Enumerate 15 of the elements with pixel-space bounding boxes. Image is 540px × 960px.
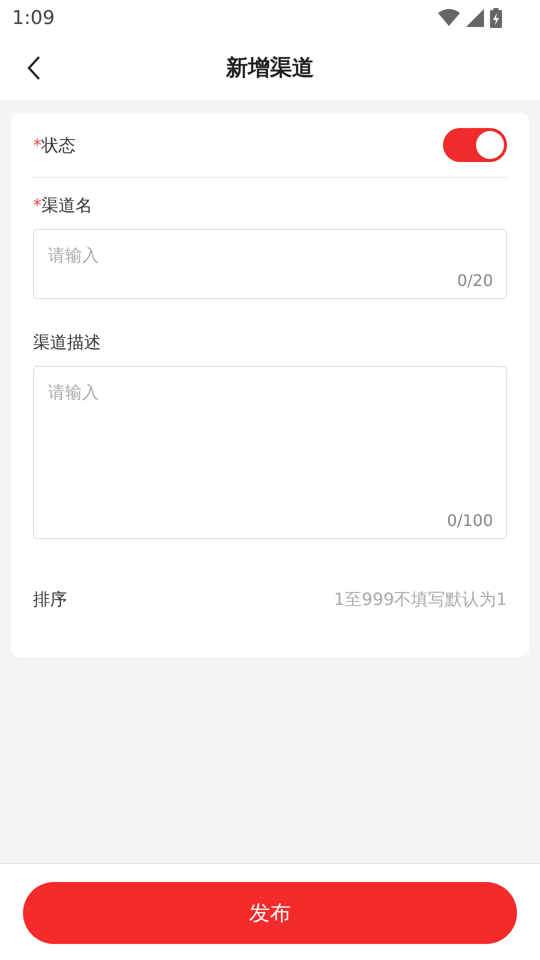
input-field[interactable]: 请输入 0/20 [33, 229, 507, 299]
publish-button[interactable]: 发布 [23, 882, 517, 944]
textarea-field[interactable]: 请输入 0/100 [33, 366, 507, 539]
page-title: 新增渠道 [226, 55, 314, 83]
status-toggle[interactable] [443, 128, 507, 162]
status-time: 1:09 [12, 7, 55, 29]
field-label: *状态 [33, 134, 76, 156]
sort-input[interactable]: 1至999不填写默认为1 [334, 588, 507, 610]
back-icon[interactable] [27, 55, 41, 81]
signal-icon [466, 9, 484, 27]
field-label: 渠道描述 [33, 332, 102, 354]
field-label: *渠道名 [33, 195, 94, 217]
battery-icon [490, 8, 502, 28]
field-label: 排序 [33, 588, 67, 610]
wifi-icon [438, 9, 460, 27]
